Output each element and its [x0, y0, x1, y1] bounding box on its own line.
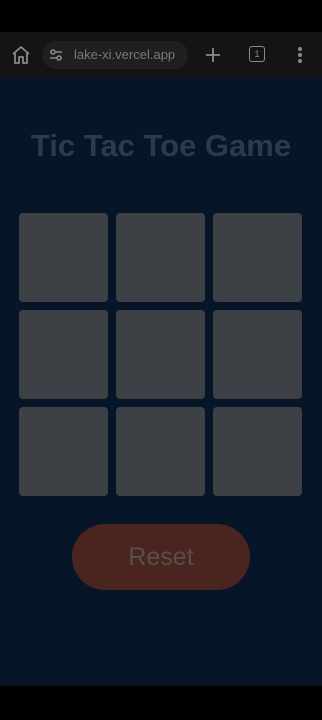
navigation-bar [0, 686, 322, 720]
url-text: lake-xi.vercel.app [74, 47, 176, 62]
board-cell-2[interactable] [116, 213, 205, 302]
board-cell-9[interactable] [213, 407, 302, 496]
page-title: Tic Tac Toe Game [30, 128, 292, 163]
address-bar[interactable]: lake-xi.vercel.app [42, 41, 188, 69]
board-cell-1[interactable] [19, 213, 108, 302]
board-cell-7[interactable] [19, 407, 108, 496]
board-cell-8[interactable] [116, 407, 205, 496]
home-icon[interactable] [10, 44, 32, 66]
site-info-icon[interactable] [48, 47, 64, 63]
tab-switcher-icon[interactable]: 1 [249, 46, 265, 62]
status-bar [0, 0, 322, 32]
game-board [19, 213, 303, 497]
board-cell-6[interactable] [213, 310, 302, 399]
browser-toolbar: lake-xi.vercel.app 1 [0, 32, 322, 78]
board-cell-3[interactable] [213, 213, 302, 302]
reset-button[interactable]: Reset [72, 524, 250, 590]
more-vert-icon[interactable] [292, 44, 308, 66]
game-page: Tic Tac Toe Game Reset [0, 78, 322, 686]
plus-icon[interactable] [202, 44, 224, 66]
board-cell-5[interactable] [116, 310, 205, 399]
board-cell-4[interactable] [19, 310, 108, 399]
